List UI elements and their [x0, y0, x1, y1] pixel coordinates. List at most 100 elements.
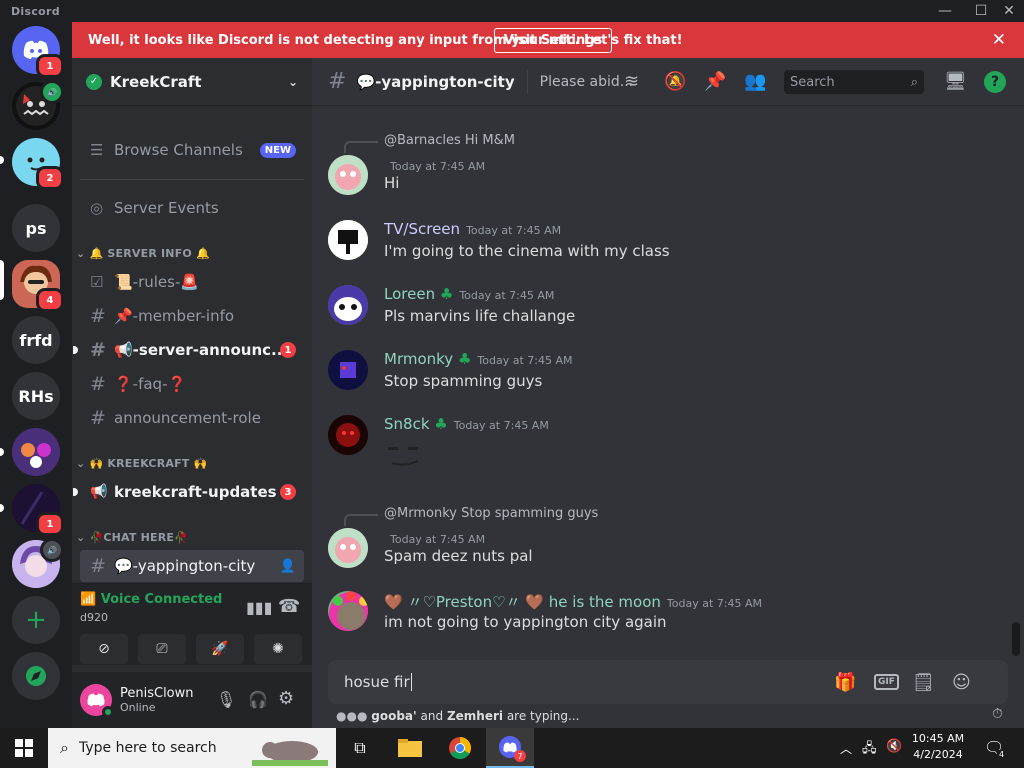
- threads-icon[interactable]: ≋: [624, 71, 639, 92]
- message[interactable]: @Barnacles Hi M&M Today at 7:45 AM Hi: [328, 130, 1018, 195]
- channel-yappington-city[interactable]: # 💬-yappington-city 👤: [80, 550, 304, 582]
- chevron-up-icon[interactable]: ︿: [840, 740, 852, 757]
- browse-channels-item[interactable]: ☰ Browse Channels NEW: [80, 134, 304, 166]
- message[interactable]: TV/Screen Today at 7:45 AM I'm going to t…: [328, 220, 1018, 264]
- hash-icon: #: [328, 69, 347, 94]
- start-button[interactable]: [0, 728, 48, 768]
- message-text: I'm going to the cinema with my class: [384, 242, 670, 260]
- soundboard-button[interactable]: ✺: [254, 634, 302, 664]
- message-text: Stop spamming guys: [384, 372, 543, 390]
- emoji-icon[interactable]: ☺: [952, 672, 971, 693]
- server-icon[interactable]: frfd: [12, 316, 60, 364]
- author-name[interactable]: Sn8ck: [384, 415, 430, 433]
- author-name[interactable]: Loreen: [384, 285, 435, 303]
- timestamp: Today at 7:45 AM: [466, 224, 562, 237]
- voice-channel-name[interactable]: d920: [80, 611, 108, 624]
- channel-member-info[interactable]: # 📌-member-info: [80, 300, 304, 332]
- message-input[interactable]: hosue fir 🎁 GIF 🗒 ☺: [328, 660, 1008, 704]
- task-view-icon[interactable]: ⧉: [336, 728, 384, 768]
- inbox-icon[interactable]: 🖥: [944, 71, 967, 92]
- camera-off-button[interactable]: ⊘: [80, 634, 128, 664]
- volume-muted-icon[interactable]: 🔇: [886, 739, 902, 754]
- message[interactable]: @Mrmonky Stop spamming guys Today at 7:4…: [328, 503, 1018, 569]
- avatar[interactable]: [328, 220, 368, 260]
- headphones-icon[interactable]: 🎧: [248, 690, 268, 709]
- channel-faq[interactable]: # ❓-faq-❓: [80, 368, 304, 400]
- avatar[interactable]: [328, 591, 368, 631]
- mic-warning-banner: Well, it looks like Discord is not detec…: [72, 22, 1024, 58]
- reply-preview[interactable]: @Mrmonky Stop spamming guys: [344, 506, 598, 526]
- avatar[interactable]: [328, 285, 368, 325]
- server-icon[interactable]: RHs: [12, 372, 60, 420]
- close-window-icon[interactable]: ✕: [992, 0, 1024, 22]
- channel-topic[interactable]: Please abid...: [540, 74, 633, 90]
- channel-announcement-role[interactable]: # announcement-role: [80, 402, 304, 434]
- username: PenisClown: [120, 686, 194, 701]
- file-explorer-icon[interactable]: [386, 728, 434, 768]
- add-member-icon[interactable]: 👤: [280, 559, 296, 574]
- pin-icon[interactable]: 📌: [704, 71, 726, 92]
- message[interactable]: Loreen ♣ Today at 7:45 AM Pls marvins lif…: [328, 285, 1018, 329]
- avatar[interactable]: [328, 528, 368, 568]
- server-icon[interactable]: 2: [12, 138, 64, 190]
- author-name[interactable]: 🤎 〃♡Preston♡〃 🤎 he is the moon: [384, 593, 661, 611]
- category-kreekcraft[interactable]: ⌄ 🙌 KREEKCRAFT 🙌: [76, 457, 207, 470]
- notification-muted-icon[interactable]: 🔕: [664, 71, 686, 92]
- network-icon[interactable]: 🖧: [862, 739, 877, 761]
- channel-server-announcements[interactable]: # 📢-server-announc... 1: [73, 334, 304, 366]
- avatar[interactable]: [328, 155, 368, 195]
- discord-badge: 7: [514, 750, 526, 762]
- author-name[interactable]: TV/Screen: [384, 220, 460, 238]
- channel-kreekcraft-updates[interactable]: 📢 kreekcraft-updates 3: [73, 476, 304, 508]
- screen-share-button[interactable]: ⎚: [138, 634, 186, 664]
- search-input[interactable]: Search ⌕: [784, 70, 924, 94]
- gift-icon[interactable]: 🎁: [834, 672, 856, 693]
- message[interactable]: Sn8ck ♣ Today at 7:45 AM: [328, 415, 1018, 479]
- avatar[interactable]: [328, 350, 368, 390]
- server-icon[interactable]: [12, 428, 60, 476]
- new-badge: NEW: [259, 142, 296, 158]
- discord-taskbar-icon[interactable]: 7: [486, 728, 534, 768]
- close-icon[interactable]: ✕: [992, 30, 1006, 50]
- explore-servers-button[interactable]: [12, 652, 60, 700]
- sticker-icon[interactable]: 🗒: [912, 672, 935, 693]
- message[interactable]: Mrmonky ♣ Today at 7:45 AM Stop spamming …: [328, 350, 1018, 394]
- taskbar-search-box[interactable]: ⌕ Type here to search: [48, 728, 336, 768]
- avatar[interactable]: [328, 415, 368, 455]
- server-events-item[interactable]: ◎ Server Events: [80, 192, 304, 224]
- emoji-image[interactable]: [384, 441, 428, 471]
- server-header[interactable]: ✓ KreekCraft ⌄: [72, 58, 312, 106]
- clock[interactable]: 10:45 AM 4/2/2024: [906, 732, 970, 761]
- server-icon[interactable]: ps: [12, 204, 60, 252]
- server-icon[interactable]: 🔊: [12, 80, 64, 130]
- add-server-button[interactable]: +: [12, 596, 60, 644]
- reply-author: @Mrmonky: [384, 506, 457, 521]
- category-server-info[interactable]: ⌄ 🔔 SERVER INFO 🔔: [76, 247, 210, 260]
- minimize-icon[interactable]: —: [928, 0, 962, 22]
- server-icon-selected[interactable]: 4: [12, 260, 64, 312]
- gif-button[interactable]: GIF: [874, 674, 899, 690]
- timestamp: Today at 7:45 AM: [453, 419, 549, 432]
- author-name[interactable]: Mrmonky: [384, 350, 453, 368]
- noise-suppression-icon[interactable]: ▮▮▮: [246, 598, 272, 617]
- home-button[interactable]: 1: [12, 26, 64, 78]
- scrollbar[interactable]: [1012, 622, 1020, 656]
- reply-preview[interactable]: @Barnacles Hi M&M: [344, 133, 515, 153]
- windows-taskbar: ⌕ Type here to search ⧉ 7 ︿ 🖧 🔇 10:45 AM…: [0, 728, 1024, 768]
- disconnect-icon[interactable]: ☎: [278, 596, 300, 617]
- category-chat-here[interactable]: ⌄ 🥀CHAT HERE🥀: [76, 531, 188, 544]
- gear-icon[interactable]: ⚙: [278, 688, 294, 709]
- server-icon[interactable]: 1: [12, 484, 64, 536]
- member-list-icon[interactable]: 👥: [744, 71, 766, 92]
- server-icon[interactable]: 🔊: [12, 538, 64, 588]
- channel-rules[interactable]: ☑ 📜-rules-🚨: [80, 266, 304, 298]
- chrome-icon[interactable]: [436, 728, 484, 768]
- server-rail: 1 🔊 2 ps 4 frfd RHs 1 🔊 +: [0, 22, 72, 728]
- role-icon: ♣: [457, 350, 472, 368]
- avatar[interactable]: [80, 684, 114, 718]
- activities-button[interactable]: 🚀: [196, 634, 244, 664]
- microphone-icon[interactable]: 🎙: [216, 690, 236, 709]
- help-icon[interactable]: ?: [984, 70, 1006, 93]
- message[interactable]: 🤎 〃♡Preston♡〃 🤎 he is the moon Today at 7…: [328, 591, 1018, 637]
- discord-logo-icon: [87, 693, 105, 707]
